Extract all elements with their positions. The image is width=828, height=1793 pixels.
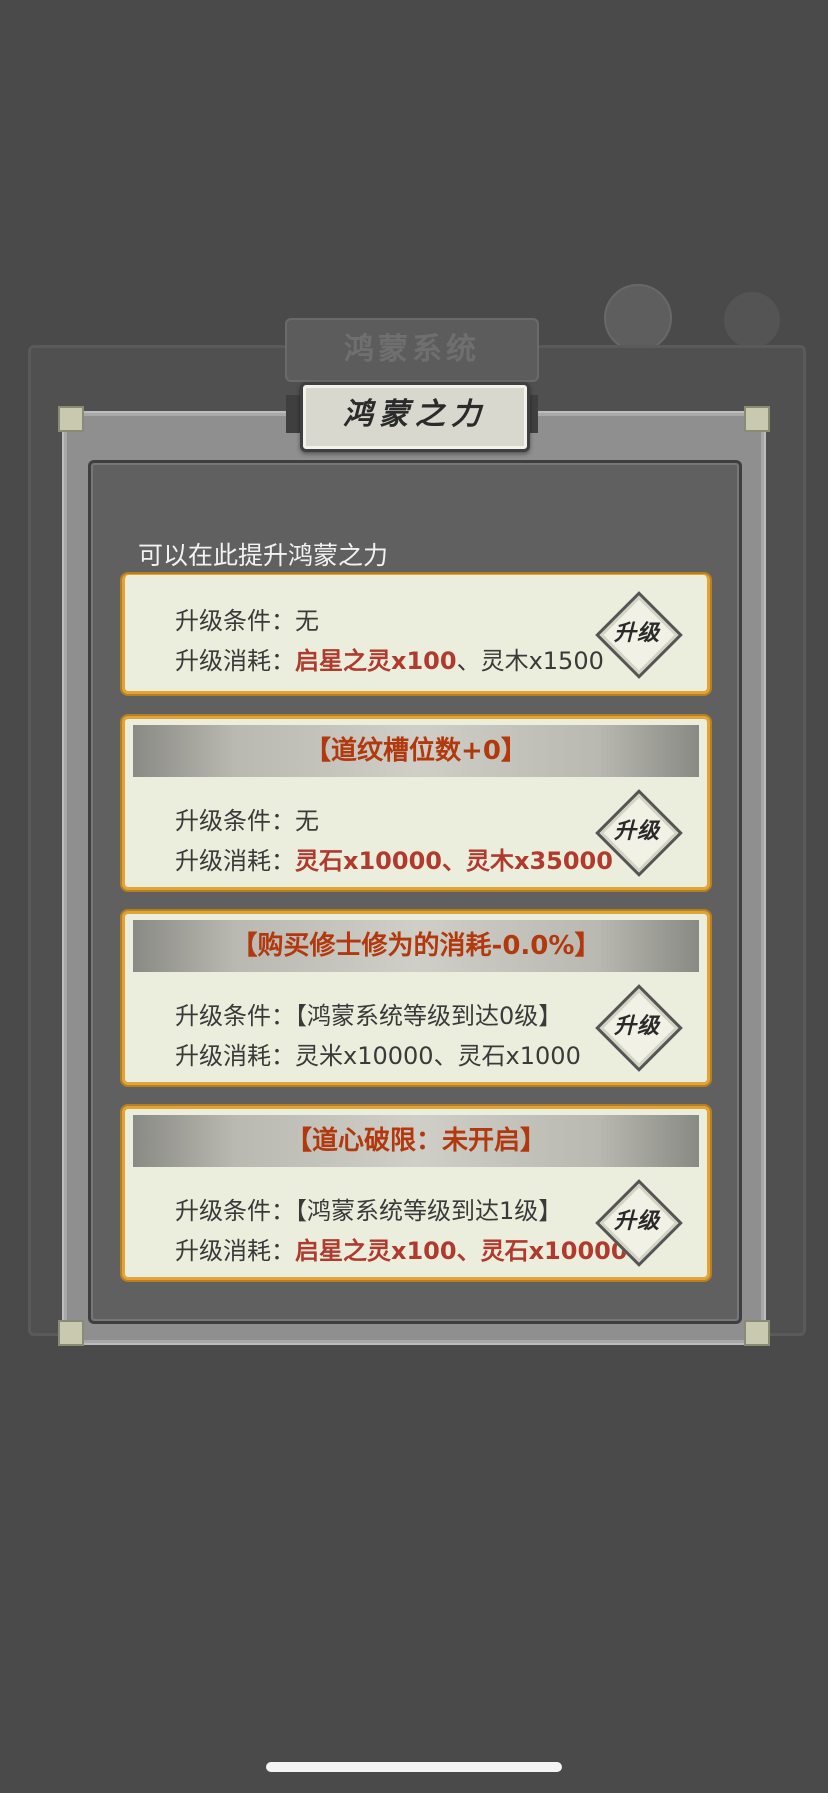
condition-label: 升级条件： bbox=[175, 1197, 295, 1225]
upgrade-button[interactable]: 升级 bbox=[595, 789, 683, 877]
condition-value: 无 bbox=[295, 607, 319, 635]
home-indicator[interactable] bbox=[266, 1762, 562, 1772]
condition-label: 升级条件： bbox=[175, 1002, 295, 1030]
cost-row: 升级消耗：启星之灵x100、灵木x1500 bbox=[175, 641, 604, 676]
condition-row: 升级条件：【鸿蒙系统等级到达0级】 bbox=[175, 996, 562, 1031]
cost-item: 灵石x1000 bbox=[457, 1042, 581, 1070]
cost-item: 启星之灵x100 bbox=[295, 1237, 457, 1265]
upgrade-button[interactable]: 升级 bbox=[595, 984, 683, 1072]
upgrade-button[interactable]: 升级 bbox=[595, 1179, 683, 1267]
condition-row: 升级条件：无 bbox=[175, 801, 319, 836]
condition-value: 【鸿蒙系统等级到达0级】 bbox=[295, 1002, 563, 1030]
upgrade-card: 【道纹槽位数+0】 升级条件：无 升级消耗：灵石x10000、灵木x35000 … bbox=[122, 716, 710, 890]
card-header-text: 【道心破限：未开启】 bbox=[285, 1126, 546, 1156]
cost-separator: 、 bbox=[456, 1237, 481, 1265]
background-round-icon bbox=[724, 292, 780, 348]
upgrade-card: 【道心破限：未开启】 升级条件：【鸿蒙系统等级到达1级】 升级消耗：启星之灵x1… bbox=[122, 1106, 710, 1280]
condition-value: 【鸿蒙系统等级到达1级】 bbox=[295, 1197, 563, 1225]
cost-row: 升级消耗：灵米x10000、灵石x1000 bbox=[175, 1036, 581, 1071]
card-header: 【道心破限：未开启】 bbox=[133, 1115, 699, 1167]
corner-ornament-icon bbox=[58, 406, 84, 432]
corner-ornament-icon bbox=[58, 1320, 84, 1346]
cost-label: 升级消耗： bbox=[175, 847, 295, 875]
condition-row: 升级条件：【鸿蒙系统等级到达1级】 bbox=[175, 1191, 562, 1226]
cost-row: 升级消耗：启星之灵x100、灵石x10000 bbox=[175, 1231, 628, 1266]
card-header: 【道纹槽位数+0】 bbox=[133, 725, 699, 777]
upgrade-button-label: 升级 bbox=[613, 1013, 660, 1039]
condition-label: 升级条件： bbox=[175, 607, 295, 635]
cost-label: 升级消耗： bbox=[175, 647, 295, 675]
upgrade-button[interactable]: 升级 bbox=[595, 591, 683, 679]
cost-row: 升级消耗：灵石x10000、灵木x35000 bbox=[175, 841, 613, 876]
upgrade-card: 【购买修士修为的消耗-0.0%】 升级条件：【鸿蒙系统等级到达0级】 升级消耗：… bbox=[122, 911, 710, 1085]
dialog-hint: 可以在此提升鸿蒙之力 bbox=[138, 541, 389, 570]
upgrade-button-label: 升级 bbox=[613, 620, 660, 646]
cost-item: 灵木x1500 bbox=[480, 647, 604, 675]
upgrade-button-label: 升级 bbox=[613, 818, 660, 844]
condition-label: 升级条件： bbox=[175, 807, 295, 835]
dialog-title-text: 鸿蒙之力 bbox=[343, 397, 487, 432]
cost-separator: 、 bbox=[441, 847, 466, 875]
card-header-text: 【道纹槽位数+0】 bbox=[305, 736, 527, 766]
upgrade-button-label: 升级 bbox=[613, 1208, 660, 1234]
card-header-text: 【购买修士修为的消耗-0.0%】 bbox=[231, 931, 601, 961]
cost-label: 升级消耗： bbox=[175, 1042, 295, 1070]
cost-separator: 、 bbox=[456, 647, 481, 675]
cost-item: 灵石x10000 bbox=[295, 847, 442, 875]
cost-item: 灵木x35000 bbox=[465, 847, 613, 875]
cost-label: 升级消耗： bbox=[175, 1237, 295, 1265]
upgrade-card: 升级条件：无 升级消耗：启星之灵x100、灵木x1500 升级 bbox=[122, 574, 710, 694]
condition-row: 升级条件：无 bbox=[175, 601, 319, 636]
cost-separator: 、 bbox=[433, 1042, 458, 1070]
corner-ornament-icon bbox=[744, 406, 770, 432]
dialog-title: 鸿蒙之力 bbox=[300, 382, 530, 452]
corner-ornament-icon bbox=[744, 1320, 770, 1346]
card-header: 【购买修士修为的消耗-0.0%】 bbox=[133, 920, 699, 972]
background-faint-text bbox=[340, 260, 500, 286]
condition-value: 无 bbox=[295, 807, 319, 835]
background-title: 鸿蒙系统 bbox=[285, 318, 539, 382]
background-emblem-icon bbox=[604, 284, 672, 352]
cost-item: 启星之灵x100 bbox=[295, 647, 457, 675]
cost-item: 灵米x10000 bbox=[295, 1042, 434, 1070]
